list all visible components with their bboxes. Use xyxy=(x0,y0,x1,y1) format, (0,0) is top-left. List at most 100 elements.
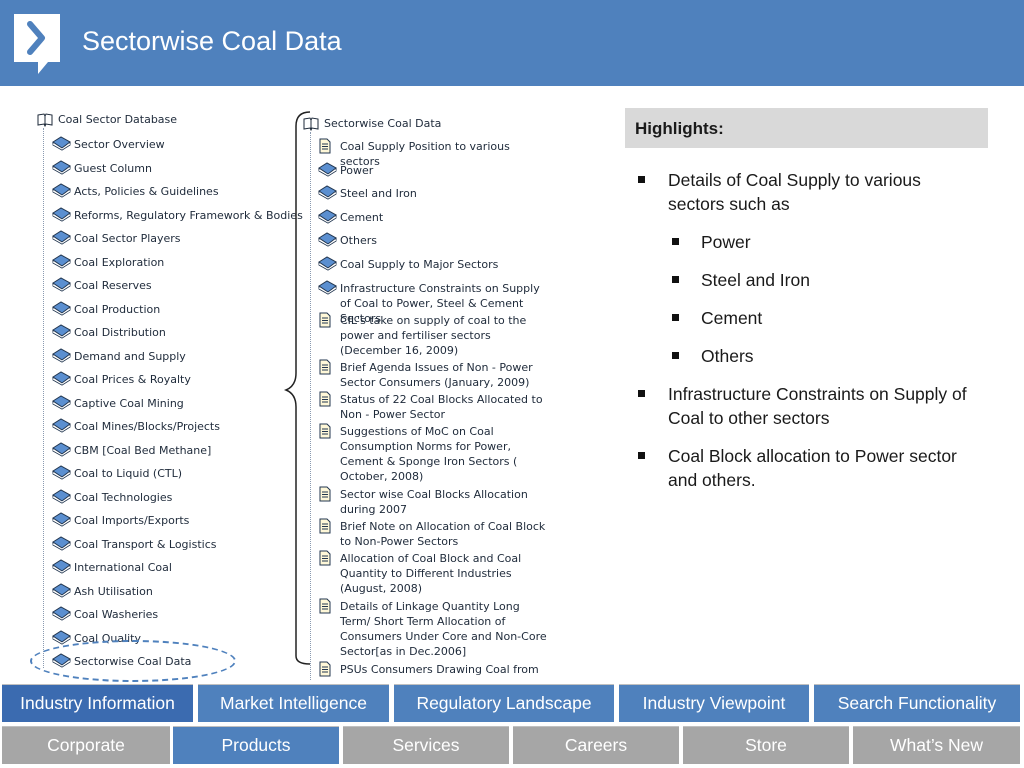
book-icon xyxy=(52,253,71,269)
page-title: Sectorwise Coal Data xyxy=(82,26,342,56)
square-bullet-icon xyxy=(638,390,645,397)
nav-tab-market-intelligence[interactable]: Market Intelligence xyxy=(198,684,389,722)
nav-tab-what-s-new[interactable]: What’s New xyxy=(853,726,1020,764)
book-icon xyxy=(52,324,71,339)
tree-item-label: Coal Supply to Major Sectors xyxy=(340,258,499,271)
tree-item-label: Reforms, Regulatory Framework & Bodies xyxy=(74,208,303,222)
square-bullet-icon xyxy=(672,352,679,359)
tree-item-label: Sector Overview xyxy=(74,138,165,151)
header-bar: Sectorwise Coal Data xyxy=(0,0,1024,86)
tree-connector-line xyxy=(43,128,44,668)
document-icon xyxy=(319,312,331,328)
highlights-title: Highlights: xyxy=(635,119,724,138)
book-icon xyxy=(52,629,71,645)
bullet-text: Steel and Iron xyxy=(701,270,810,290)
open-book-icon xyxy=(303,117,319,132)
tree-connector-line xyxy=(310,132,311,680)
tree-item-label: Coal Transport & Logistics xyxy=(74,537,217,551)
book-icon xyxy=(52,559,71,574)
tree-item-label: Guest Column xyxy=(74,161,152,175)
book-icon xyxy=(52,441,71,457)
book-icon xyxy=(52,465,71,480)
tree-root-label: Sectorwise Coal Data xyxy=(324,117,442,130)
book-icon xyxy=(318,280,337,295)
tree-item-label: Coal to Liquid (CTL) xyxy=(74,467,183,480)
document-icon xyxy=(319,550,331,566)
book-icon xyxy=(52,394,71,410)
book-icon xyxy=(52,183,71,198)
bullet-text: Details of Coal Supply to various sector… xyxy=(668,170,921,214)
nav-tab-regulatory-landscape[interactable]: Regulatory Landscape xyxy=(394,684,614,722)
tree-item-label: Details of Linkage Quantity Long Term/ S… xyxy=(340,599,547,658)
nav-tab-store[interactable]: Store xyxy=(683,726,849,764)
tree-item-label: Status of 22 Coal Blocks Allocated to No… xyxy=(340,393,543,422)
nav-tab-services[interactable]: Services xyxy=(343,726,509,764)
document-icon xyxy=(319,423,331,439)
primary-navigation: Industry Information Market Intelligence R… xyxy=(0,684,1024,722)
book-icon xyxy=(318,162,337,177)
book-icon xyxy=(52,512,71,527)
tree-item-label: Suggestions of MoC on Coal Consumption N… xyxy=(340,425,518,484)
book-icon xyxy=(52,371,71,386)
book-icon xyxy=(318,256,337,271)
tree-item-label: Brief Agenda Issues of Non - Power Secto… xyxy=(340,361,533,390)
tree-item-label: Captive Coal Mining xyxy=(74,396,184,410)
book-icon xyxy=(52,136,71,151)
bullet-text: Cement xyxy=(701,308,763,328)
sectorwise-coal-data-tree: Sectorwise Coal Data Coal Supply Positio… xyxy=(302,116,552,680)
bullet-text: Power xyxy=(701,232,751,252)
square-bullet-icon xyxy=(672,314,679,321)
book-icon xyxy=(52,300,71,316)
tree-item-label: Coal Technologies xyxy=(74,490,173,504)
tree-item-label: Power xyxy=(340,163,374,177)
tree-item-label: Cement xyxy=(340,210,384,224)
tree-root-label: Coal Sector Database xyxy=(58,113,178,126)
square-bullet-icon xyxy=(638,176,645,183)
book-icon xyxy=(52,206,71,222)
document-icon xyxy=(319,391,331,407)
nav-tab-careers[interactable]: Careers xyxy=(513,726,679,764)
book-icon xyxy=(318,209,337,224)
tree-item-label: Brief Note on Allocation of Coal Block t… xyxy=(340,520,546,549)
highlights-header: Highlights: xyxy=(625,108,988,148)
nav-tab-products[interactable]: Products xyxy=(173,726,339,764)
tree-item-label: Steel and Iron xyxy=(340,187,417,201)
tree-item-label: Coal Production xyxy=(74,302,161,316)
tree-item-label: Coal Mines/Blocks/Projects xyxy=(74,420,220,433)
tree-item-label: Demand and Supply xyxy=(74,349,186,363)
tree-item-label: CIL's take on supply of coal to the powe… xyxy=(340,313,527,357)
tree-item-label: Others xyxy=(340,234,377,248)
document-icon xyxy=(319,486,331,502)
tree-item-label: PSUs Consumers Drawing Coal from xyxy=(340,662,539,676)
document-icon xyxy=(319,138,331,154)
document-icon xyxy=(319,661,331,677)
book-icon xyxy=(318,185,337,200)
tree-item-label: Coal Sector Players xyxy=(74,232,181,245)
nav-tab-industry-information[interactable]: Industry Information xyxy=(2,684,193,722)
tree-item-label: Coal Distribution xyxy=(74,326,166,339)
tree-item-label: Coal Washeries xyxy=(74,608,159,621)
open-book-icon xyxy=(37,113,53,128)
nav-tab-industry-viewpoint[interactable]: Industry Viewpoint xyxy=(619,684,809,722)
square-bullet-icon xyxy=(672,276,679,283)
bullet-text: Others xyxy=(701,346,754,366)
secondary-navigation: Corporate Products Services Careers Store Wha… xyxy=(0,726,1024,764)
tree-item-label: Acts, Policies & Guidelines xyxy=(74,185,219,198)
document-icon xyxy=(319,598,331,614)
book-icon xyxy=(52,347,71,363)
book-icon xyxy=(52,418,71,433)
book-icon xyxy=(52,606,71,621)
book-icon xyxy=(52,230,71,245)
nav-tab-search-functionality[interactable]: Search Functionality xyxy=(814,684,1020,722)
tree-item-label: Coal Imports/Exports xyxy=(74,514,190,527)
bullet-text: Coal Block allocation to Power sector an… xyxy=(668,446,957,490)
tree-item-label: Coal Prices & Royalty xyxy=(74,373,191,386)
tree-item-label: Coal Exploration xyxy=(74,255,165,269)
chevron-logo-icon xyxy=(14,14,60,74)
coal-sector-database-tree: Coal Sector Database Sector Overview Gues… xyxy=(36,112,303,672)
book-icon xyxy=(52,277,71,292)
nav-tab-corporate[interactable]: Corporate xyxy=(2,726,170,764)
book-icon xyxy=(52,488,71,504)
book-icon xyxy=(318,232,337,247)
bullet-text: Infrastructure Constraints on Supply of … xyxy=(668,384,967,428)
